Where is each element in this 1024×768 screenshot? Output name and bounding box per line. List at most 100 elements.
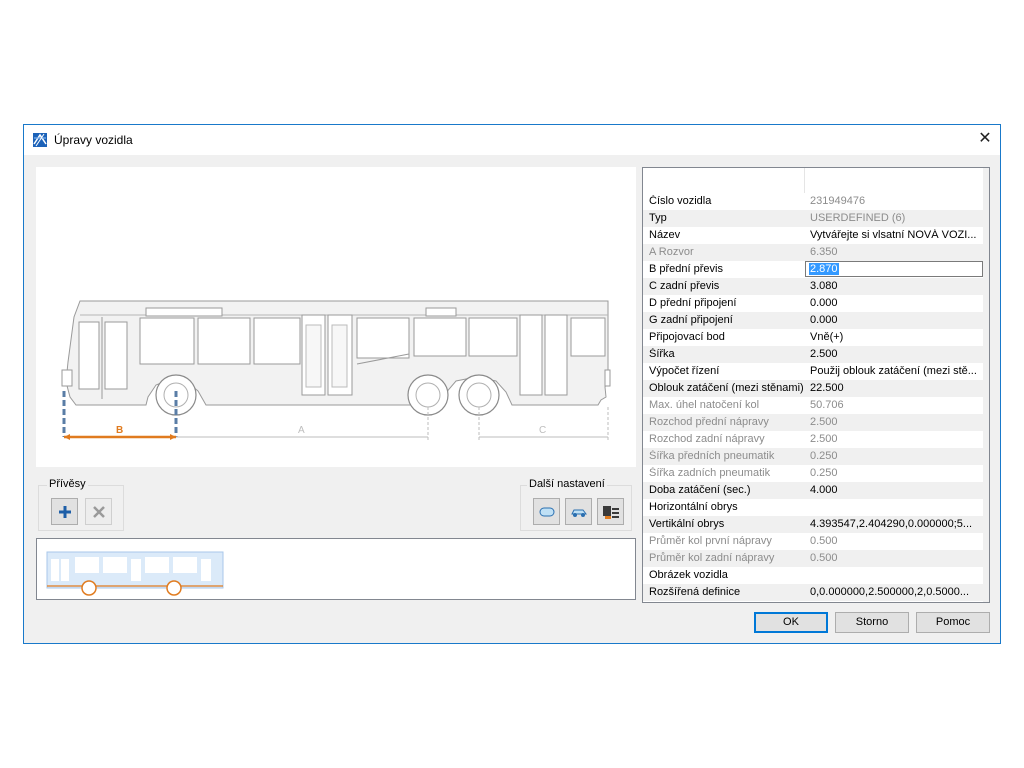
- property-name: Šířka: [649, 348, 675, 360]
- property-name: Obrázek vozidla: [649, 569, 728, 581]
- bus-side-view-drawing: B A C: [61, 300, 611, 441]
- property-value[interactable]: 3.080: [810, 280, 982, 292]
- property-value[interactable]: 2.500: [810, 416, 982, 428]
- property-row[interactable]: Obrázek vozidla: [643, 567, 983, 584]
- close-icon: ✕: [978, 130, 992, 147]
- property-name: Název: [649, 229, 681, 241]
- vehicle-properties-grid[interactable]: Číslo vozidla 231949476 Typ USERDEFINED (6)…: [642, 167, 990, 603]
- dialog-title: Úpravy vozidla: [54, 133, 133, 147]
- property-value[interactable]: 6.350: [810, 246, 982, 258]
- property-row[interactable]: Max. úhel natočení kol 50.706: [643, 397, 983, 414]
- property-row[interactable]: A Rozvor 6.350: [643, 244, 983, 261]
- property-value[interactable]: 22.500: [810, 382, 982, 394]
- property-row[interactable]: C zadní převis 3.080: [643, 278, 983, 295]
- property-row[interactable]: Vertikální obrys 4.393547,2.404290,0.0000…: [643, 516, 983, 533]
- property-name: Oblouk zatáčení (mezi stěnami): [649, 382, 803, 394]
- property-value[interactable]: 0.500: [810, 552, 982, 564]
- dimension-a-label: A: [298, 425, 305, 436]
- ok-button[interactable]: OK: [754, 612, 828, 633]
- property-value[interactable]: 0.000: [810, 297, 982, 309]
- grid-scrollbar[interactable]: [983, 168, 989, 602]
- dimension-c-label: C: [539, 425, 546, 436]
- property-row[interactable]: Doba zatáčení (sec.) 4.000: [643, 482, 983, 499]
- property-row[interactable]: Horizontální obrys: [643, 499, 983, 516]
- property-row[interactable]: Šířka 2.500: [643, 346, 983, 363]
- property-row[interactable]: Šířka zadních pneumatik 0.250: [643, 465, 983, 482]
- vehicle-drawing-panel: B A C: [36, 167, 636, 467]
- property-value[interactable]: 4.393547,2.404290,0.000000;5...: [810, 518, 982, 530]
- property-name: Rozchod zadní nápravy: [649, 433, 765, 445]
- vehicle-settings-button[interactable]: [597, 498, 624, 525]
- property-row[interactable]: Rozchod přední nápravy 2.500: [643, 414, 983, 431]
- property-value[interactable]: 0.500: [810, 535, 982, 547]
- vehicle-outline-button[interactable]: [533, 498, 560, 525]
- property-name: Rozšířená definice: [649, 586, 741, 598]
- property-value[interactable]: Použij oblouk zatáčení (mezi stě...: [810, 365, 982, 377]
- property-name: B přední převis: [649, 263, 723, 275]
- property-value[interactable]: 4.000: [810, 484, 982, 496]
- property-name: D přední připojení: [649, 297, 737, 309]
- property-name: Doba zatáčení (sec.): [649, 484, 751, 496]
- plus-icon: [58, 505, 71, 518]
- property-name: G zadní připojení: [649, 314, 733, 326]
- property-name: Max. úhel natočení kol: [649, 399, 760, 411]
- grid-header: [643, 168, 989, 194]
- remove-trailer-button[interactable]: [85, 498, 112, 525]
- property-row[interactable]: Rozšířená definice 0,0.000000,2.500000,2,…: [643, 584, 983, 601]
- property-value-input[interactable]: 2.870: [805, 261, 983, 277]
- property-value[interactable]: 2.500: [810, 433, 982, 445]
- more-settings-group: Další nastavení: [520, 478, 632, 531]
- close-button[interactable]: ✕: [970, 125, 1000, 155]
- property-row[interactable]: G zadní připojení 0.000: [643, 312, 983, 329]
- property-name: A Rozvor: [649, 246, 694, 258]
- property-name: Průměr kol první nápravy: [649, 535, 772, 547]
- property-name: Rozchod přední nápravy: [649, 416, 769, 428]
- vehicle-outline-icon: [539, 507, 554, 516]
- property-row[interactable]: Typ USERDEFINED (6): [643, 210, 983, 227]
- property-name: Výpočet řízení: [649, 365, 720, 377]
- property-row[interactable]: Průměr kol první nápravy 0.500: [643, 533, 983, 550]
- more-settings-group-label: Další nastavení: [527, 478, 607, 490]
- property-name: Číslo vozidla: [649, 195, 712, 207]
- vehicle-settings-icon: [602, 505, 619, 519]
- property-row[interactable]: Připojovací bod Vně(+): [643, 329, 983, 346]
- property-value[interactable]: 0,0.000000,2.500000,2,0.5000...: [810, 586, 982, 598]
- property-name: Vertikální obrys: [649, 518, 725, 530]
- property-row[interactable]: Průměr kol zadní nápravy 0.500: [643, 550, 983, 567]
- property-row[interactable]: Výpočet řízení Použij oblouk zatáčení (me…: [643, 363, 983, 380]
- property-value[interactable]: 231949476: [810, 195, 982, 207]
- property-name: Horizontální obrys: [649, 501, 738, 513]
- property-name: C zadní převis: [649, 280, 720, 292]
- property-row[interactable]: Oblouk zatáčení (mezi stěnami) 22.500: [643, 380, 983, 397]
- property-value[interactable]: 2.500: [810, 348, 982, 360]
- property-value[interactable]: Vytvářejte si vlsatní NOVÁ VOZI...: [810, 229, 982, 241]
- property-value[interactable]: 0.250: [810, 450, 982, 462]
- car-icon: [570, 509, 587, 517]
- property-value[interactable]: 0.000: [810, 314, 982, 326]
- title-bar: Úpravy vozidla ✕: [24, 125, 1000, 155]
- property-value[interactable]: USERDEFINED (6): [810, 212, 982, 224]
- dimension-b-label: B: [116, 425, 123, 436]
- property-value[interactable]: 0.250: [810, 467, 982, 479]
- trailers-group: Přívěsy: [38, 478, 124, 531]
- property-name: Průměr kol zadní nápravy: [649, 552, 775, 564]
- property-name: Šířka předních pneumatik: [649, 450, 775, 462]
- property-row[interactable]: Název Vytvářejte si vlsatní NOVÁ VOZI...: [643, 227, 983, 244]
- app-logo-icon: [33, 133, 47, 147]
- property-row[interactable]: Šířka předních pneumatik 0.250: [643, 448, 983, 465]
- vehicle-car-button[interactable]: [565, 498, 592, 525]
- property-value-selected: 2.870: [809, 263, 839, 275]
- property-row[interactable]: B přední převis 2.870: [643, 261, 983, 278]
- vehicle-preview-panel: [36, 538, 636, 600]
- add-trailer-button[interactable]: [51, 498, 78, 525]
- property-name: Typ: [649, 212, 667, 224]
- trailers-group-label: Přívěsy: [47, 478, 88, 490]
- property-row[interactable]: Číslo vozidla 231949476: [643, 193, 983, 210]
- property-row[interactable]: Rozchod zadní nápravy 2.500: [643, 431, 983, 448]
- property-value[interactable]: 50.706: [810, 399, 982, 411]
- property-row[interactable]: D přední připojení 0.000: [643, 295, 983, 312]
- cancel-button[interactable]: Storno: [835, 612, 909, 633]
- property-name: Připojovací bod: [649, 331, 725, 343]
- property-value[interactable]: Vně(+): [810, 331, 982, 343]
- help-button[interactable]: Pomoc: [916, 612, 990, 633]
